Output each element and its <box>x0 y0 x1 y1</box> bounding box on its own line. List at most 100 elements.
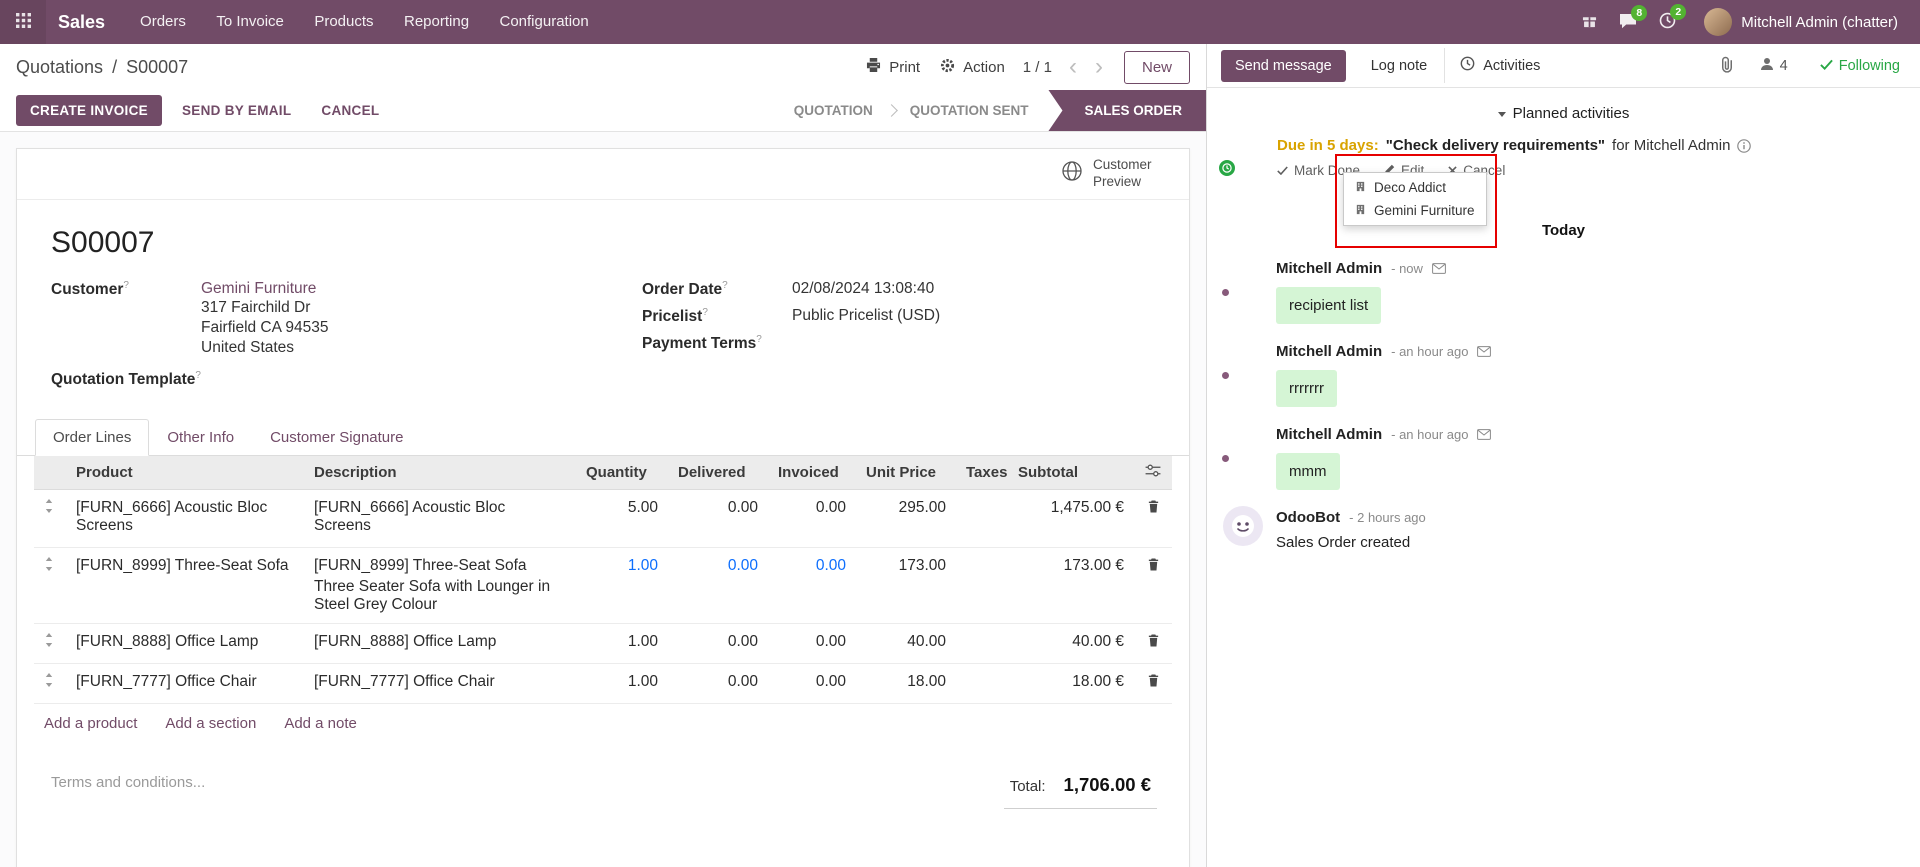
tab-customer-signature[interactable]: Customer Signature <box>252 419 421 456</box>
cell-delivered[interactable]: 0.00 <box>668 547 768 623</box>
envelope-icon[interactable] <box>1477 429 1491 440</box>
app-name[interactable]: Sales <box>58 12 105 33</box>
add-section-link[interactable]: Add a section <box>165 715 256 732</box>
drag-handle-icon[interactable] <box>44 673 54 687</box>
send-message-button[interactable]: Send message <box>1221 50 1346 82</box>
info-icon[interactable] <box>1737 139 1751 153</box>
log-note-button[interactable]: Log note <box>1356 50 1442 82</box>
cell-product[interactable]: [FURN_6666] Acoustic Bloc Screens <box>66 489 304 547</box>
cell-unit-price[interactable]: 295.00 <box>856 489 956 547</box>
field-help-marker: ? <box>756 334 762 345</box>
cell-product[interactable]: [FURN_7777] Office Chair <box>66 663 304 703</box>
activities-systray-button[interactable]: 2 <box>1659 12 1676 32</box>
cell-taxes[interactable] <box>956 663 1008 703</box>
stage-sales-order[interactable]: SALES ORDER <box>1048 90 1206 131</box>
planned-activities-toggle[interactable]: Planned activities <box>1207 105 1920 122</box>
add-note-link[interactable]: Add a note <box>284 715 357 732</box>
followers-count: 4 <box>1780 58 1788 74</box>
cell-invoiced[interactable]: 0.00 <box>768 623 856 663</box>
cell-unit-price[interactable]: 18.00 <box>856 663 956 703</box>
cell-unit-price[interactable]: 173.00 <box>856 547 956 623</box>
form-view-column: Quotations / S00007 Print <box>0 44 1206 867</box>
cell-unit-price[interactable]: 40.00 <box>856 623 956 663</box>
user-menu[interactable]: Mitchell Admin (chatter) <box>1698 7 1904 37</box>
cell-quantity[interactable]: 5.00 <box>576 489 668 547</box>
quotation-template-value[interactable] <box>201 370 606 389</box>
breadcrumb-current: S00007 <box>126 57 188 78</box>
message-item: Mitchell Admin - an hour ago rrrrrrr <box>1207 330 1920 413</box>
cell-invoiced[interactable]: 0.00 <box>768 547 856 623</box>
stage-quotation-sent[interactable]: QUOTATION SENT <box>890 90 1049 131</box>
cell-delivered[interactable]: 0.00 <box>668 663 768 703</box>
dropdown-option-gemini-furniture[interactable]: Gemini Furniture <box>1344 199 1486 222</box>
delete-row-icon[interactable] <box>1147 673 1160 688</box>
terms-placeholder[interactable]: Terms and conditions... <box>35 774 205 791</box>
building-icon <box>1355 203 1366 218</box>
send-by-email-button[interactable]: SEND BY EMAIL <box>172 95 301 126</box>
apps-menu-button[interactable] <box>0 0 46 44</box>
cell-description[interactable]: [FURN_6666] Acoustic Bloc Screens <box>304 489 576 547</box>
tab-order-lines[interactable]: Order Lines <box>35 419 149 456</box>
nav-menu-orders[interactable]: Orders <box>127 0 199 44</box>
delete-row-icon[interactable] <box>1147 557 1160 572</box>
following-button[interactable]: Following <box>1814 57 1906 75</box>
tab-other-info[interactable]: Other Info <box>149 419 252 456</box>
printer-icon <box>866 58 881 76</box>
delete-row-icon[interactable] <box>1147 499 1160 514</box>
cell-description[interactable]: [FURN_8888] Office Lamp <box>304 623 576 663</box>
total-label: Total: <box>1010 778 1046 795</box>
cell-quantity[interactable]: 1.00 <box>576 663 668 703</box>
cell-invoiced[interactable]: 0.00 <box>768 663 856 703</box>
envelope-icon[interactable] <box>1477 346 1491 357</box>
customer-preview-button[interactable]: Customer Preview <box>1055 156 1169 192</box>
optional-columns-header <box>1134 456 1172 490</box>
nav-menu-configuration[interactable]: Configuration <box>487 0 602 44</box>
nav-menu-products[interactable]: Products <box>301 0 386 44</box>
nav-menu-reporting[interactable]: Reporting <box>391 0 482 44</box>
message-body: recipient list <box>1276 287 1381 324</box>
cell-description[interactable]: [FURN_8999] Three-Seat SofaThree Seater … <box>304 547 576 623</box>
cell-product[interactable]: [FURN_8888] Office Lamp <box>66 623 304 663</box>
cell-quantity[interactable]: 1.00 <box>576 623 668 663</box>
cell-product[interactable]: [FURN_8999] Three-Seat Sofa <box>66 547 304 623</box>
stage-quotation[interactable]: QUOTATION <box>774 90 893 131</box>
attachments-button[interactable] <box>1720 56 1734 76</box>
pager-previous-icon[interactable]: ‹ <box>1068 55 1078 79</box>
followers-button[interactable]: 4 <box>1754 56 1794 76</box>
customer-link[interactable]: Gemini Furniture <box>201 280 316 297</box>
print-button[interactable]: Print <box>864 54 922 80</box>
payment-terms-value[interactable] <box>792 334 1155 353</box>
optional-columns-icon[interactable] <box>1145 464 1161 477</box>
message-author: OdooBot <box>1276 509 1340 526</box>
total-box: Total: 1,706.00 € <box>1004 774 1157 809</box>
drag-handle-icon[interactable] <box>44 499 54 513</box>
cell-description[interactable]: [FURN_7777] Office Chair <box>304 663 576 703</box>
order-date-value[interactable]: 02/08/2024 13:08:40 <box>792 280 1155 299</box>
cell-delivered[interactable]: 0.00 <box>668 489 768 547</box>
action-button[interactable]: Action <box>938 54 1007 81</box>
add-product-link[interactable]: Add a product <box>44 715 137 732</box>
drag-handle-icon[interactable] <box>44 633 54 647</box>
breadcrumb-quotations-link[interactable]: Quotations <box>16 57 103 78</box>
activities-button[interactable]: Activities <box>1444 48 1555 83</box>
messages-systray-button[interactable]: 8 <box>1619 13 1637 32</box>
create-invoice-button[interactable]: CREATE INVOICE <box>16 95 162 126</box>
pager-next-icon[interactable]: › <box>1094 55 1104 79</box>
cell-invoiced[interactable]: 0.00 <box>768 489 856 547</box>
dropdown-option-deco-addict[interactable]: Deco Addict <box>1344 176 1486 199</box>
activity-due: Due in 5 days: <box>1277 137 1379 154</box>
cell-delivered[interactable]: 0.00 <box>668 623 768 663</box>
cell-taxes[interactable] <box>956 623 1008 663</box>
new-button[interactable]: New <box>1124 51 1190 84</box>
cell-taxes[interactable] <box>956 547 1008 623</box>
delete-row-icon[interactable] <box>1147 633 1160 648</box>
drag-handle-icon[interactable] <box>44 557 54 571</box>
table-row: [FURN_8999] Three-Seat Sofa [FURN_8999] … <box>34 547 1172 623</box>
envelope-icon[interactable] <box>1432 263 1446 274</box>
cancel-button[interactable]: CANCEL <box>311 95 389 126</box>
cell-taxes[interactable] <box>956 489 1008 547</box>
nav-menu-to-invoice[interactable]: To Invoice <box>203 0 297 44</box>
pricelist-value[interactable]: Public Pricelist (USD) <box>792 307 1155 326</box>
cell-quantity[interactable]: 1.00 <box>576 547 668 623</box>
systray-extra-button[interactable] <box>1582 13 1597 31</box>
